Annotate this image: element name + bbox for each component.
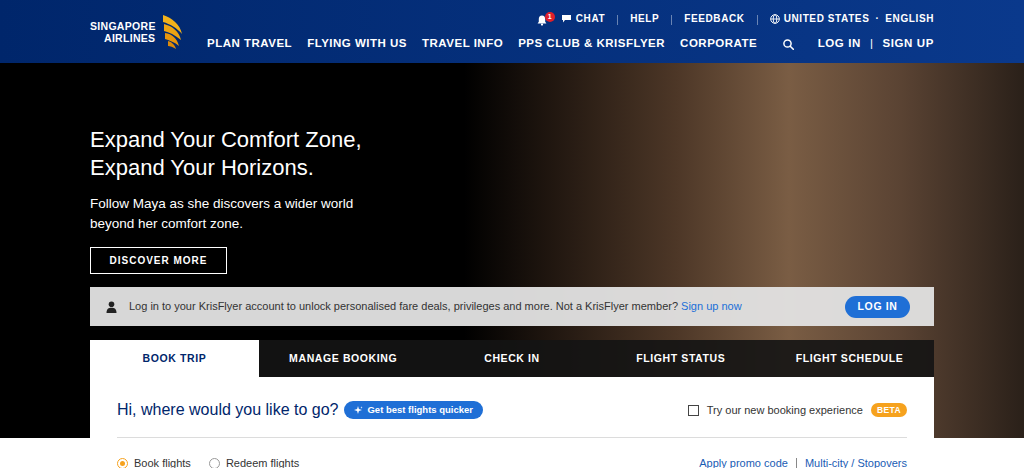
logo[interactable]: SINGAPOREAIRLINES (90, 0, 185, 63)
utility-link[interactable]: CHAT (576, 11, 605, 26)
hero-title: Expand Your Comfort Zone,Expand Your Hor… (90, 126, 934, 182)
divider (796, 458, 797, 468)
banner-message: Log in to your KrisFlyer account to unlo… (129, 300, 678, 312)
nav-item[interactable]: PPS CLUB & KRISFLYER (518, 35, 665, 52)
banner-login-button[interactable]: LOG IN (845, 296, 910, 318)
main-nav: PLAN TRAVEL FLYING WITH US TRAVEL INFO PPS … (207, 35, 757, 52)
utility-item[interactable]: HELP (630, 11, 659, 26)
radio[interactable] (209, 458, 220, 468)
nav-item[interactable]: PLAN TRAVEL (207, 35, 292, 52)
booking-links: Apply promo code Multi-city / Stopovers (699, 455, 907, 468)
utility-item[interactable]: FEEDBACK (684, 11, 744, 26)
beta-badge: BETA (871, 403, 907, 418)
booking-modes: Book flights Redeem flights (117, 455, 299, 468)
divider (757, 15, 758, 25)
new-experience-toggle[interactable]: Try our new booking experience BETA (688, 402, 907, 419)
chat-icon (561, 14, 572, 23)
quick-flights-button[interactable]: Get best flights quicker (344, 401, 483, 419)
banner-text: Log in to your KrisFlyer account to unlo… (129, 299, 833, 314)
quick-button-label[interactable]: Get best flights quicker (367, 403, 473, 417)
person-icon (106, 301, 117, 313)
hero-title-line: Expand Your Horizons. (90, 154, 934, 182)
new-experience-label[interactable]: Try our new booking experience (707, 402, 863, 419)
mode-label[interactable]: Redeem flights (226, 455, 299, 468)
booking-options-row: Book flights Redeem flights Apply promo co… (117, 438, 907, 468)
notification-badge: 1 (545, 12, 555, 22)
nav-item[interactable]: TRAVEL INFO (422, 35, 503, 52)
tab[interactable]: MANAGE BOOKING (259, 340, 428, 377)
account-divider: | (861, 35, 883, 52)
notifications[interactable]: 1 (537, 15, 547, 26)
tab[interactable]: FLIGHT STATUS (596, 340, 765, 377)
booking-panel: Hi, where would you like to go? Get best … (90, 377, 934, 468)
utility-bar: 1 CHAT HELP FEEDBACK UNITED STATES· ENGLISH (207, 0, 934, 27)
radio-dot (120, 461, 125, 466)
signup-now-link[interactable]: Sign up now (681, 300, 742, 312)
tab-label[interactable]: MANAGE BOOKING (289, 351, 397, 367)
site-header: SINGAPOREAIRLINES 1 CHAT HELP FEEDBACK UNITED… (0, 0, 1024, 63)
utility-link[interactable]: HELP (630, 11, 659, 26)
bird-logo-icon (160, 14, 184, 50)
greeting-group: Hi, where would you like to go? Get best … (117, 399, 483, 421)
discover-more-button[interactable]: DISCOVER MORE (90, 247, 227, 274)
booking-mode[interactable]: Book flights (117, 455, 191, 468)
tab[interactable]: CHECK IN (428, 340, 597, 377)
divider (617, 15, 618, 25)
greeting: Hi, where would you like to go? (117, 399, 338, 421)
utility-item[interactable]: CHAT (561, 11, 605, 26)
logo-line: SINGAPORE (90, 20, 156, 32)
hero-content: Expand Your Comfort Zone,Expand Your Hor… (0, 63, 1024, 468)
logo-line: AIRLINES (90, 32, 156, 44)
divider (671, 15, 672, 25)
booking-mode[interactable]: Redeem flights (209, 455, 299, 468)
checkbox[interactable] (688, 405, 699, 416)
account-links: LOG IN|SIGN UP (783, 35, 934, 52)
signup-link[interactable]: SIGN UP (883, 35, 935, 52)
search-icon[interactable] (783, 39, 794, 50)
region-separator: · (873, 11, 881, 26)
sparkle-icon (354, 406, 363, 415)
nav-row: PLAN TRAVEL FLYING WITH US TRAVEL INFO PPS … (207, 27, 934, 63)
hero-subtitle-line: beyond her comfort zone. (90, 214, 934, 234)
booking-tabs: BOOK TRIP MANAGE BOOKING CHECK IN FLIGHT ST… (90, 340, 934, 377)
tab-label[interactable]: FLIGHT SCHEDULE (796, 351, 904, 367)
globe-icon (770, 14, 780, 24)
login-link[interactable]: LOG IN (818, 35, 861, 52)
hero-subtitle: Follow Maya as she discovers a wider wor… (90, 194, 934, 234)
region-selector[interactable]: UNITED STATES· ENGLISH (770, 11, 934, 26)
hero: Expand Your Comfort Zone,Expand Your Hor… (0, 63, 1024, 468)
nav-item[interactable]: CORPORATE (680, 35, 757, 52)
radio[interactable] (117, 458, 128, 468)
header-right: 1 CHAT HELP FEEDBACK UNITED STATES· ENGLISH PL… (207, 0, 934, 63)
hero-subtitle-line: Follow Maya as she discovers a wider wor… (90, 194, 934, 214)
region-label[interactable]: UNITED STATES (784, 11, 870, 26)
tab[interactable]: FLIGHT SCHEDULE (765, 340, 934, 377)
booking-link[interactable]: Multi-city / Stopovers (805, 455, 907, 468)
mode-label[interactable]: Book flights (134, 455, 191, 468)
tab-label[interactable]: FLIGHT STATUS (636, 351, 725, 367)
language-label[interactable]: ENGLISH (885, 11, 934, 26)
booking-link[interactable]: Apply promo code (699, 455, 788, 468)
tab-label[interactable]: CHECK IN (484, 351, 540, 367)
utility-link[interactable]: FEEDBACK (684, 11, 744, 26)
hero-title-line: Expand Your Comfort Zone, (90, 126, 934, 154)
tab-label[interactable]: BOOK TRIP (143, 351, 207, 367)
tab[interactable]: BOOK TRIP (90, 340, 259, 377)
login-banner: Log in to your KrisFlyer account to unlo… (90, 287, 934, 326)
nav-item[interactable]: FLYING WITH US (307, 35, 407, 52)
booking-header-row: Hi, where would you like to go? Get best … (117, 399, 907, 438)
logo-text: SINGAPOREAIRLINES (90, 20, 156, 44)
